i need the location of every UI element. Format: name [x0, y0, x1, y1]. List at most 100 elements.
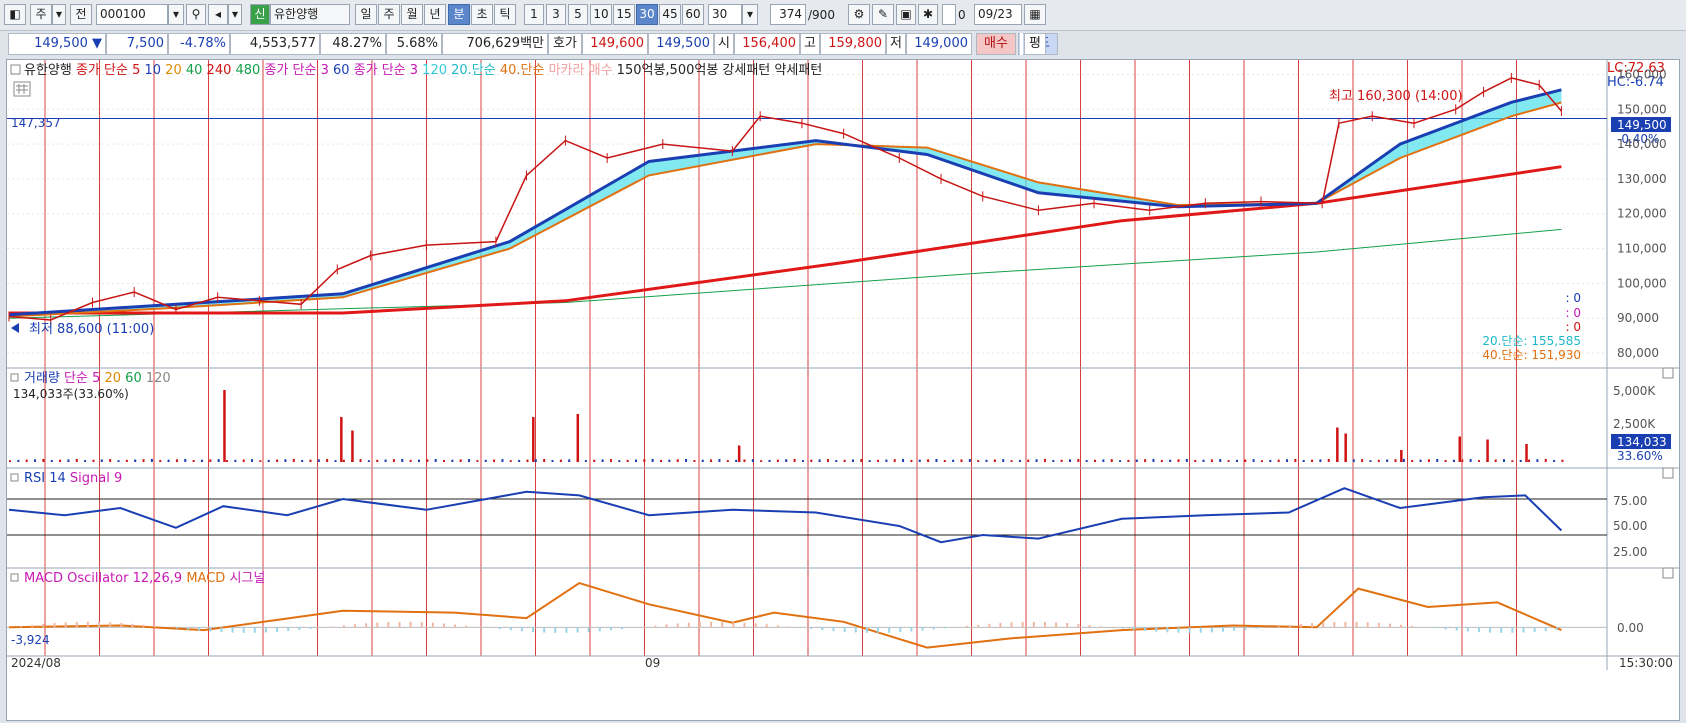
macd-osc-bar — [1233, 627, 1235, 631]
settings-icon[interactable]: ✱ — [918, 4, 938, 25]
market-dropdown-icon[interactable]: ▾ — [52, 4, 66, 25]
volume-bar — [318, 459, 320, 462]
low-label: 저 — [886, 33, 906, 55]
minute-10[interactable]: 10 — [590, 4, 612, 25]
macd-osc-bar — [1044, 622, 1046, 627]
price-tick-label: 100,000 — [1617, 276, 1667, 290]
save-icon[interactable]: ▣ — [896, 4, 916, 25]
volume-bar — [34, 459, 36, 462]
volume-bar — [877, 460, 879, 462]
date-input[interactable]: 09/23 — [974, 4, 1022, 25]
stock-code-input[interactable]: 000100 — [96, 4, 168, 25]
macd-osc-bar — [554, 627, 556, 633]
period-week[interactable]: 주 — [378, 4, 400, 25]
rsi-legend-box-icon[interactable] — [11, 474, 18, 481]
macd-osc-bar — [376, 623, 378, 628]
macd-panel-close-icon[interactable] — [1663, 568, 1673, 578]
period-year[interactable]: 년 — [424, 4, 446, 25]
macd-osc-bar — [777, 625, 779, 627]
macd-legend-box-icon[interactable] — [11, 574, 18, 581]
minute-select[interactable]: 30 — [708, 4, 742, 25]
minute-3[interactable]: 3 — [546, 4, 566, 25]
minute-dropdown-icon[interactable]: ▾ — [742, 4, 758, 25]
volume-bar — [385, 460, 387, 462]
volume-bar — [1528, 460, 1530, 462]
volume-bar — [451, 460, 453, 462]
draw-icon[interactable]: ✎ — [872, 4, 894, 25]
volume-bar — [1052, 460, 1054, 462]
volume-bar — [585, 460, 587, 462]
legend-box-icon[interactable] — [11, 65, 20, 74]
prev-button[interactable]: 전 — [70, 4, 92, 25]
market-select[interactable]: 주 — [30, 4, 52, 25]
buy-button[interactable]: 매수 — [976, 33, 1016, 55]
vol-tick-2500k: 2,500K — [1613, 417, 1656, 431]
volume-bar — [969, 459, 971, 462]
zero-label-2: : 0 — [1566, 306, 1582, 320]
stock-name[interactable]: 유한양행 — [270, 4, 350, 25]
search-icon[interactable]: ⚲ — [186, 4, 206, 25]
volume-bar — [994, 459, 996, 462]
macd-osc-bar — [343, 625, 345, 627]
legend-item: 240 — [202, 63, 231, 78]
calendar-icon[interactable]: ▦ — [1024, 4, 1046, 25]
volume-bar — [1119, 460, 1121, 462]
volume-bar — [226, 460, 228, 462]
volume-bar — [860, 459, 862, 462]
volume-bar — [1511, 460, 1513, 462]
date-checkbox[interactable] — [942, 4, 956, 25]
speaker-icon[interactable]: ◂ — [208, 4, 228, 25]
minute-30[interactable]: 30 — [636, 4, 658, 25]
minute-45[interactable]: 45 — [659, 4, 681, 25]
minute-5[interactable]: 5 — [568, 4, 588, 25]
volume-bar — [1161, 460, 1163, 462]
period-second[interactable]: 초 — [471, 4, 493, 25]
macd-osc-bar — [666, 624, 668, 627]
price-legend: 유한양행 종가 단순 5 10 20 40 240 480 종가 단순 3 60… — [24, 62, 822, 78]
volume-bar — [1019, 460, 1021, 462]
legend-item: 120 — [418, 63, 447, 78]
macd-osc-bar — [476, 627, 478, 628]
volume-bar — [1378, 460, 1380, 462]
macd-osc-bar — [1389, 624, 1391, 628]
legend-item: 20 — [161, 63, 182, 78]
volume-bar — [652, 459, 654, 462]
period-month[interactable]: 월 — [401, 4, 423, 25]
minute-60[interactable]: 60 — [682, 4, 704, 25]
volume-bar — [401, 459, 403, 462]
macd-osc-bar — [421, 622, 423, 627]
period-minute[interactable]: 분 — [448, 4, 470, 25]
avg-button[interactable]: 평 — [1024, 33, 1046, 55]
chart-menu-icon[interactable]: ◧ — [4, 4, 26, 25]
rsi-legend: RSI 14 Signal 9 — [24, 471, 122, 486]
indicator-icon[interactable]: ⚙ — [848, 4, 870, 25]
legend-item: 120 — [142, 371, 171, 386]
code-dropdown-icon[interactable]: ▾ — [168, 4, 184, 25]
macd-osc-bar — [454, 625, 456, 628]
chart-area[interactable]: 유한양행 종가 단순 5 10 20 40 240 480 종가 단순 3 60… — [6, 59, 1680, 721]
macd-osc-bar — [354, 624, 356, 627]
volume-legend-box-icon[interactable] — [11, 374, 18, 381]
macd-osc-bar — [977, 625, 979, 628]
macd-osc-bar — [944, 627, 946, 628]
macd-osc-bar — [1066, 623, 1068, 627]
volume-panel-close-icon[interactable] — [1663, 368, 1673, 378]
volume-bar — [869, 460, 871, 462]
bar-count-input[interactable]: 374 — [770, 4, 806, 25]
stock-chart[interactable]: 유한양행 종가 단순 5 10 20 40 240 480 종가 단순 3 60… — [7, 60, 1679, 720]
period-day[interactable]: 일 — [355, 4, 377, 25]
speaker-dropdown-icon[interactable]: ▾ — [228, 4, 242, 25]
macd-osc-bar — [176, 627, 178, 628]
table-icon[interactable] — [14, 82, 30, 96]
period-tick[interactable]: 틱 — [494, 4, 516, 25]
turnover: 5.68% — [386, 33, 442, 55]
macd-osc-bar — [432, 623, 434, 628]
macd-value-label: -3,924 — [11, 633, 50, 647]
macd-osc-bar — [632, 627, 634, 628]
macd-osc-bar — [543, 627, 545, 632]
rsi-panel-close-icon[interactable] — [1663, 468, 1673, 478]
volume-bar — [552, 460, 554, 462]
volume-bar — [9, 460, 11, 462]
minute-1[interactable]: 1 — [524, 4, 544, 25]
minute-15[interactable]: 15 — [613, 4, 635, 25]
